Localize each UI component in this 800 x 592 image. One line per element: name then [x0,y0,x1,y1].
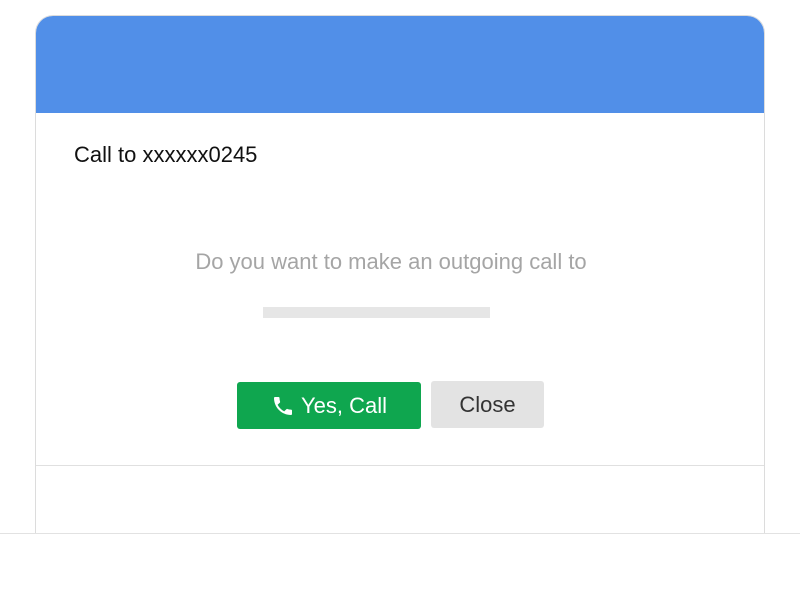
yes-call-button[interactable]: Yes, Call [237,382,421,429]
dialog-header [36,16,764,113]
page-divider [0,533,800,534]
close-button[interactable]: Close [431,381,544,428]
yes-call-label: Yes, Call [300,392,387,418]
dialog-footer-divider [36,465,764,466]
call-prompt-text: Do you want to make an outgoing call to [195,249,587,274]
page: Call to xxxxxx0245 Do you want to make a… [0,0,800,592]
dialog-title: Call to xxxxxx0245 [74,142,258,167]
phone-number-placeholder [263,307,490,318]
call-dialog: Call to xxxxxx0245 Do you want to make a… [35,15,765,534]
close-label: Close [459,391,516,417]
phone-icon [271,394,295,418]
